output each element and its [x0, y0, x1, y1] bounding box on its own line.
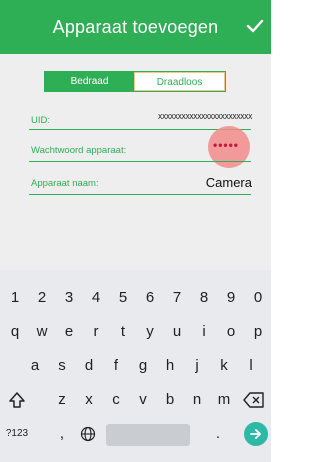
- key-u[interactable]: u: [164, 314, 190, 350]
- checkmark-icon[interactable]: [245, 16, 265, 36]
- letter-row-3: z x c v b n m: [0, 382, 271, 420]
- key-3[interactable]: 3: [56, 280, 82, 316]
- key-0[interactable]: 0: [245, 280, 271, 316]
- uid-label: UID:: [31, 115, 50, 126]
- key-n[interactable]: n: [184, 382, 210, 418]
- page-title: Apparaat toevoegen: [52, 17, 219, 37]
- key-d[interactable]: d: [76, 348, 102, 384]
- key-2[interactable]: 2: [29, 280, 55, 316]
- letter-row-2: a s d f g h j k l: [0, 348, 271, 386]
- key-h[interactable]: h: [157, 348, 183, 384]
- password-field[interactable]: •••••: [213, 138, 253, 152]
- key-s[interactable]: s: [49, 348, 75, 384]
- key-comma[interactable]: ,: [52, 416, 72, 452]
- key-8[interactable]: 8: [191, 280, 217, 316]
- password-underline: [29, 161, 251, 162]
- key-a[interactable]: a: [22, 348, 48, 384]
- arrow-right-icon: [250, 429, 261, 439]
- key-7[interactable]: 7: [164, 280, 190, 316]
- wireless-tab[interactable]: Draadloos: [134, 72, 225, 91]
- letter-row-1: q w e r t y u i o p: [0, 314, 271, 352]
- key-p[interactable]: p: [245, 314, 271, 350]
- key-9[interactable]: 9: [218, 280, 244, 316]
- bottom-row: ?123 , .: [0, 416, 271, 454]
- uid-field[interactable]: XXXXXXXXXXXXXXXXXXXXXXXX: [158, 113, 252, 121]
- key-r[interactable]: r: [83, 314, 109, 350]
- key-k[interactable]: k: [211, 348, 237, 384]
- enter-key[interactable]: [244, 422, 268, 446]
- key-z[interactable]: z: [49, 382, 75, 418]
- device-name-field[interactable]: Camera: [206, 175, 252, 190]
- shift-icon[interactable]: [8, 391, 26, 409]
- key-i[interactable]: i: [191, 314, 217, 350]
- key-g[interactable]: g: [130, 348, 156, 384]
- soft-keyboard: 1 2 3 4 5 6 7 8 9 0 q w e r t y u i o p …: [0, 270, 271, 462]
- key-q[interactable]: q: [2, 314, 28, 350]
- globe-icon[interactable]: [80, 426, 96, 442]
- key-l[interactable]: l: [238, 348, 264, 384]
- key-w[interactable]: w: [29, 314, 55, 350]
- key-m[interactable]: m: [211, 382, 237, 418]
- key-f[interactable]: f: [103, 348, 129, 384]
- key-t[interactable]: t: [110, 314, 136, 350]
- backspace-icon[interactable]: [243, 392, 265, 408]
- key-v[interactable]: v: [130, 382, 156, 418]
- number-row: 1 2 3 4 5 6 7 8 9 0: [0, 280, 271, 318]
- key-j[interactable]: j: [184, 348, 210, 384]
- device-name-underline: [29, 194, 251, 195]
- key-c[interactable]: c: [103, 382, 129, 418]
- key-4[interactable]: 4: [83, 280, 109, 316]
- app-header: Apparaat toevoegen: [0, 0, 271, 54]
- symbols-key[interactable]: ?123: [2, 416, 32, 452]
- key-x[interactable]: x: [76, 382, 102, 418]
- password-label: Wachtwoord apparaat:: [31, 145, 127, 156]
- key-y[interactable]: y: [137, 314, 163, 350]
- key-1[interactable]: 1: [2, 280, 28, 316]
- space-bar[interactable]: [106, 424, 190, 446]
- key-e[interactable]: e: [56, 314, 82, 350]
- connection-type-toggle: Bedraad Draadloos: [44, 71, 226, 92]
- key-5[interactable]: 5: [110, 280, 136, 316]
- key-b[interactable]: b: [157, 382, 183, 418]
- wired-tab[interactable]: Bedraad: [45, 72, 134, 91]
- device-name-label: Apparaat naam:: [31, 178, 99, 189]
- key-period[interactable]: .: [208, 416, 228, 452]
- key-o[interactable]: o: [218, 314, 244, 350]
- key-6[interactable]: 6: [137, 280, 163, 316]
